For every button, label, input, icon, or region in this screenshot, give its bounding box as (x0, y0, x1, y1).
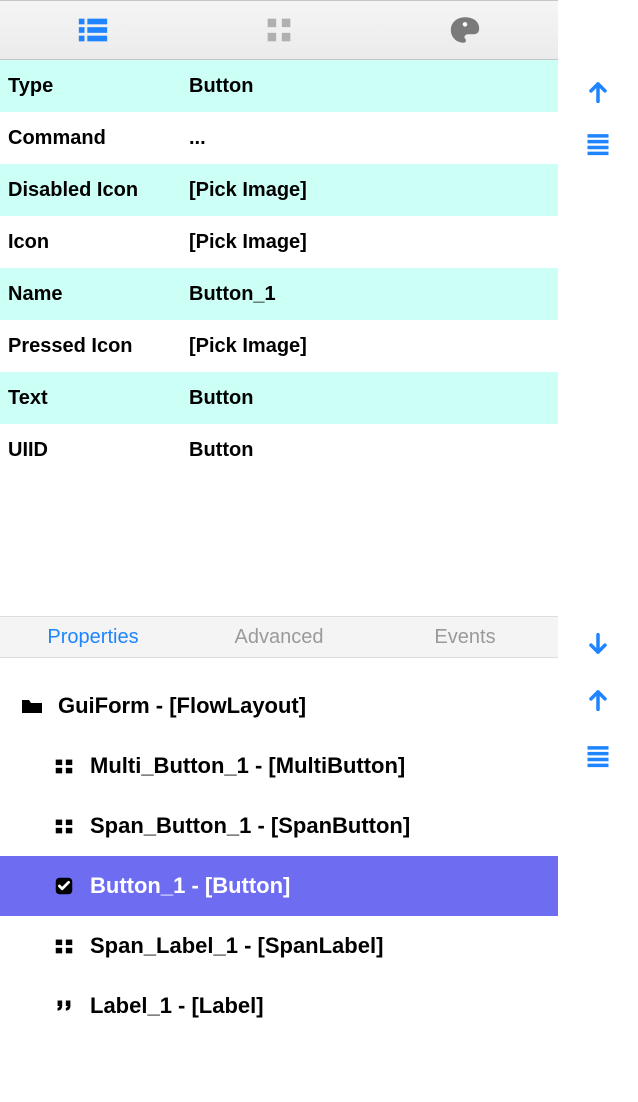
list-view-button[interactable] (0, 1, 186, 59)
property-key: Disabled Icon (0, 179, 185, 202)
tree-node-root[interactable]: GuiForm - [FlowLayout] (0, 676, 558, 736)
menu-button-2[interactable] (558, 730, 638, 782)
move-up-button[interactable] (558, 66, 638, 118)
view-toolbar (0, 0, 558, 60)
tree-node-label: Span_Button_1 - [SpanButton] (90, 813, 410, 839)
tree-node[interactable]: Label_1 - [Label] (0, 976, 558, 1036)
property-value[interactable]: [Pick Image] (185, 335, 558, 358)
tree-node[interactable]: Span_Button_1 - [SpanButton] (0, 796, 558, 856)
property-key: Pressed Icon (0, 335, 185, 358)
property-row[interactable]: Disabled Icon [Pick Image] (0, 164, 558, 216)
property-key: Icon (0, 231, 185, 254)
quote-icon (48, 995, 80, 1017)
folder-open-icon (16, 694, 48, 718)
menu-lines-icon (584, 130, 612, 158)
palette-icon (448, 13, 482, 47)
tree-node[interactable]: Span_Label_1 - [SpanLabel] (0, 916, 558, 976)
property-value[interactable]: ... (185, 127, 558, 150)
properties-table: Type Button Command ... Disabled Icon [P… (0, 60, 558, 476)
grid-small-icon (48, 815, 80, 837)
tree-node-label: GuiForm - [FlowLayout] (58, 693, 306, 719)
tree-node-label: Label_1 - [Label] (90, 993, 264, 1019)
list-icon (76, 13, 110, 47)
property-value[interactable]: Button (185, 387, 558, 410)
property-value[interactable]: Button (185, 439, 558, 462)
tab-events[interactable]: Events (372, 626, 558, 649)
property-key: Type (0, 75, 185, 98)
property-value[interactable]: Button_1 (185, 283, 558, 306)
palette-view-button[interactable] (372, 1, 558, 59)
property-value[interactable]: Button (185, 75, 558, 98)
tree-node-selected[interactable]: Button_1 - [Button] (0, 856, 558, 916)
tab-advanced[interactable]: Advanced (186, 626, 372, 649)
menu-button[interactable] (558, 118, 638, 170)
property-value[interactable]: [Pick Image] (185, 231, 558, 254)
property-row[interactable]: Type Button (0, 60, 558, 112)
property-value[interactable]: [Pick Image] (185, 179, 558, 202)
component-tree: GuiForm - [FlowLayout] Multi_Button_1 - … (0, 658, 558, 1036)
property-row[interactable]: UIID Button (0, 424, 558, 476)
property-row[interactable]: Name Button_1 (0, 268, 558, 320)
tree-node-label: Span_Label_1 - [SpanLabel] (90, 933, 383, 959)
menu-lines-icon (584, 742, 612, 770)
tree-node[interactable]: Multi_Button_1 - [MultiButton] (0, 736, 558, 796)
property-row[interactable]: Command ... (0, 112, 558, 164)
property-key: Command (0, 127, 185, 150)
property-row[interactable]: Text Button (0, 372, 558, 424)
tree-node-label: Button_1 - [Button] (90, 873, 290, 899)
grid-small-icon (48, 755, 80, 777)
arrow-down-icon (584, 630, 612, 658)
move-up-button-2[interactable] (558, 670, 638, 730)
grid-small-icon (48, 935, 80, 957)
sub-tabs: Properties Advanced Events (0, 616, 558, 658)
arrow-up-icon (584, 686, 612, 714)
tab-properties[interactable]: Properties (0, 626, 186, 649)
tree-node-label: Multi_Button_1 - [MultiButton] (90, 753, 405, 779)
grid-icon (262, 13, 296, 47)
property-row[interactable]: Icon [Pick Image] (0, 216, 558, 268)
property-key: Text (0, 387, 185, 410)
move-down-button[interactable] (558, 618, 638, 670)
property-key: UIID (0, 439, 185, 462)
check-square-icon (48, 875, 80, 897)
arrow-up-icon (584, 78, 612, 106)
grid-view-button[interactable] (186, 1, 372, 59)
property-key: Name (0, 283, 185, 306)
property-row[interactable]: Pressed Icon [Pick Image] (0, 320, 558, 372)
